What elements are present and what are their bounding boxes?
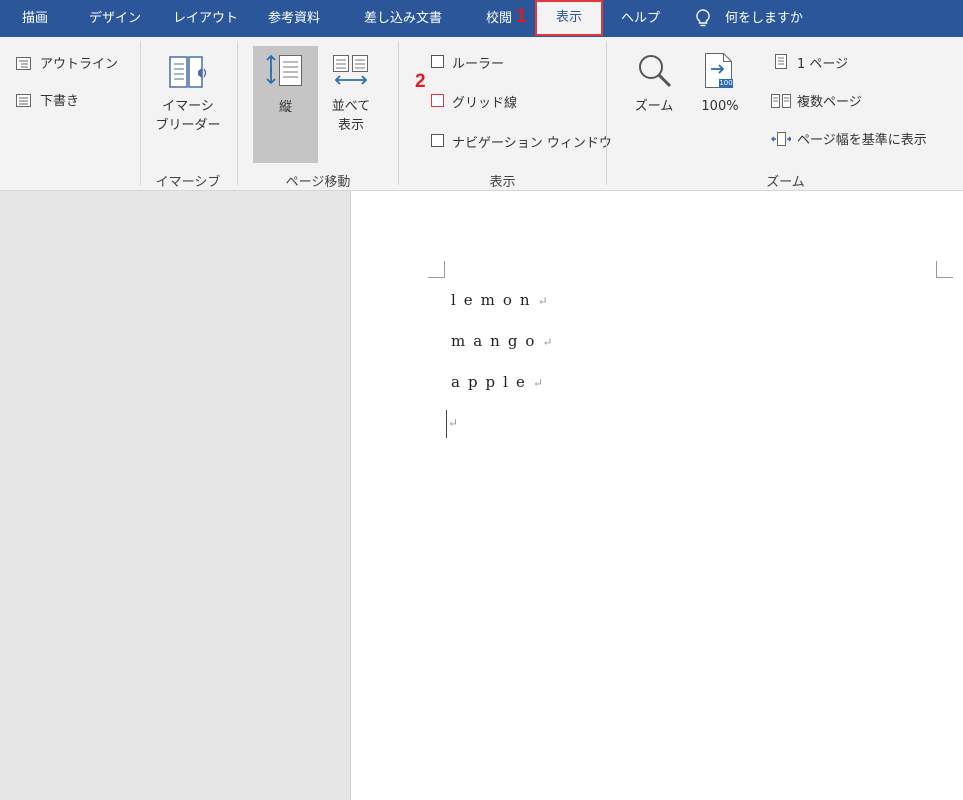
group-separator	[398, 41, 399, 185]
margin-corner-top-left	[428, 261, 445, 278]
side-to-side-label-1: 並べて	[331, 99, 371, 114]
group-label-zoom: ズーム	[766, 175, 805, 190]
outline-view-icon	[16, 55, 31, 74]
ruler-label: ルーラー	[452, 57, 505, 72]
text-cursor	[446, 410, 447, 438]
group-separator	[237, 41, 238, 185]
line-text: lemon	[451, 291, 538, 309]
navigation-pane-label: ナビゲーション ウィンドウ	[452, 136, 612, 151]
tab-draw[interactable]: 描画	[22, 0, 48, 37]
paragraph-mark: ↵	[532, 376, 543, 390]
page-width-button[interactable]: ページ幅を基準に表示	[797, 129, 927, 148]
zoom-100-icon: 100	[703, 52, 737, 94]
draft-view-button[interactable]: 下書き	[40, 90, 79, 109]
page-width-icon	[771, 131, 792, 150]
tell-me-search[interactable]: 何をしますか	[725, 0, 803, 37]
multiple-pages-icon	[771, 93, 791, 112]
tab-references[interactable]: 参考資料	[268, 0, 320, 37]
paragraph-mark: ↵	[537, 294, 548, 308]
multiple-pages-button[interactable]: 複数ページ	[797, 91, 862, 110]
document-line: apple↵	[451, 373, 543, 391]
step-marker-1: 1	[516, 6, 527, 27]
gridlines-checkbox[interactable]	[431, 94, 444, 107]
tab-review[interactable]: 校閲	[486, 0, 512, 37]
gridlines-label: グリッド線	[452, 96, 518, 111]
paragraph-mark: ↵	[448, 416, 459, 430]
step-marker-2: 2	[415, 71, 426, 92]
document-line: lemon↵	[451, 291, 548, 309]
zoom-button[interactable]: ズーム	[628, 97, 680, 116]
one-page-button[interactable]: 1 ページ	[797, 53, 848, 72]
tab-mailings[interactable]: 差し込み文書	[364, 0, 442, 37]
margin-corner-top-right	[936, 261, 953, 278]
line-text: apple	[451, 373, 533, 391]
ruler-checkbox[interactable]	[431, 55, 444, 68]
side-to-side-button[interactable]: 並べて 表示	[322, 97, 380, 135]
zoom-magnifier-icon	[637, 53, 673, 93]
workspace-background	[0, 191, 351, 800]
group-label-show: 表示	[489, 175, 516, 190]
ribbon-view: アウトライン 下書き イマーシ ブリーダー イマーシブ 縦 並べて 表示 ページ…	[0, 37, 963, 191]
lightbulb-icon	[696, 9, 710, 33]
side-to-side-icon	[332, 53, 370, 93]
outline-view-button[interactable]: アウトライン	[40, 53, 118, 72]
ribbon-tab-bar: 描画 デザイン レイアウト 参考資料 差し込み文書 校閲 1 表示 ヘルプ 何を…	[0, 0, 963, 37]
vertical-label: 縦	[278, 100, 292, 115]
zoom-100-badge: 100	[719, 79, 733, 87]
tab-view[interactable]: 表示	[535, 0, 603, 36]
draft-view-icon	[16, 92, 31, 111]
group-separator	[140, 41, 141, 185]
zoom-100-button[interactable]: 100%	[692, 97, 748, 116]
group-separator	[606, 41, 607, 185]
group-label-page-movement: ページ移動	[285, 175, 351, 190]
group-label-immersive: イマーシブ	[155, 175, 221, 190]
tab-help[interactable]: ヘルプ	[621, 0, 660, 37]
tab-design[interactable]: デザイン	[89, 0, 141, 37]
immersive-reader-label-1: イマーシ	[162, 99, 214, 114]
immersive-reader-label-2: ブリーダー	[155, 118, 221, 133]
line-text: mango	[451, 332, 543, 350]
one-page-icon	[775, 54, 787, 73]
document-line: ↵	[448, 413, 458, 431]
immersive-reader-icon	[168, 53, 210, 93]
immersive-reader-button[interactable]: イマーシ ブリーダー	[150, 97, 226, 135]
navigation-pane-checkbox[interactable]	[431, 134, 444, 147]
paragraph-mark: ↵	[542, 335, 553, 349]
document-line: mango↵	[451, 332, 553, 350]
document-page[interactable]: lemon↵ mango↵ apple↵ ↵	[351, 191, 963, 800]
tab-layout[interactable]: レイアウト	[173, 0, 238, 37]
side-to-side-label-2: 表示	[337, 118, 364, 133]
vertical-page-movement-icon	[265, 53, 305, 93]
